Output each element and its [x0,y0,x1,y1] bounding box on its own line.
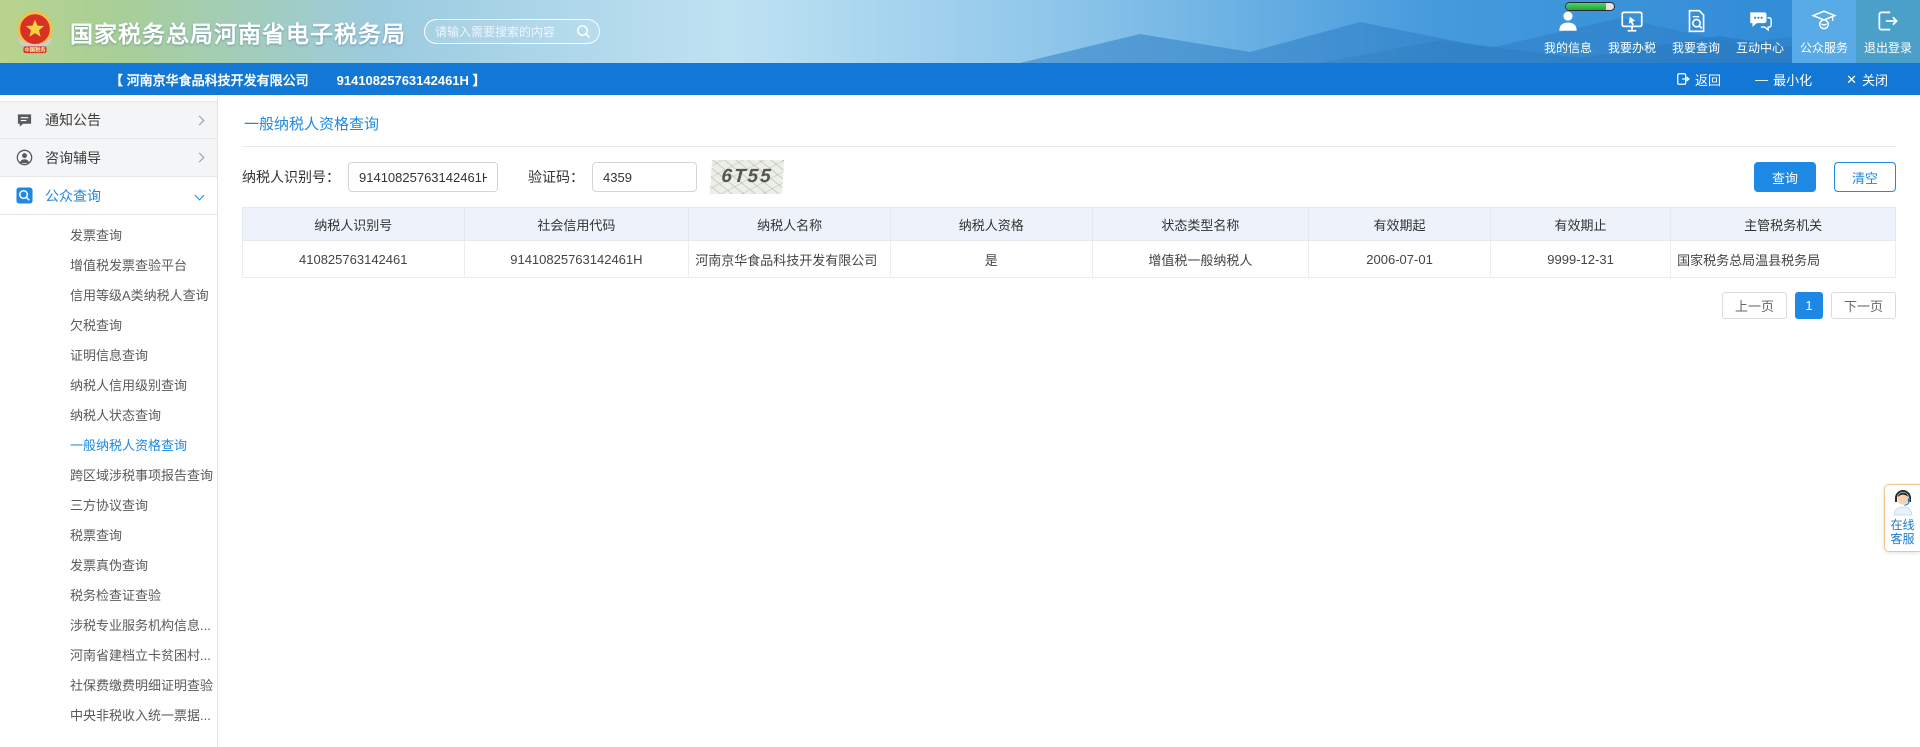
header-search-box[interactable] [424,19,600,44]
col-valid-to: 有效期止 [1489,207,1672,241]
company-name: 【 河南京华食品科技开发有限公司 [110,72,309,88]
taxpayer-id-input[interactable] [348,162,498,192]
sidebar-item-central-nontax[interactable]: 中央非税收入统一票据... [0,701,217,731]
captcha-label: 验证码： [528,169,584,185]
nav-query[interactable]: 我要查询 [1664,0,1728,63]
cell-qualification: 是 [889,240,1093,278]
pagination: 上一页 1 下一页 [242,292,1896,319]
sidebar-section-public-query[interactable]: 公众查询 [0,177,217,215]
chevron-down-icon [194,190,205,201]
sidebar-item-credit-a-taxpayer[interactable]: 信用等级A类纳税人查询 [0,281,217,311]
table-header-row: 纳税人识别号 社会信用代码 纳税人名称 纳税人资格 状态类型名称 有效期起 有效… [242,207,1896,241]
taxpayer-info-bar: 【 河南京华食品科技开发有限公司 91410825763142461H 】 返回… [0,63,1920,95]
site-title: 国家税务总局河南省电子税务局 [70,20,406,47]
col-qualification: 纳税人资格 [889,207,1093,241]
clear-button[interactable]: 清空 [1834,162,1896,192]
sidebar-item-tax-arrears[interactable]: 欠税查询 [0,311,217,341]
sidebar-item-taxpayer-status[interactable]: 纳税人状态查询 [0,401,217,431]
cell-valid-to: 9999-12-31 [1489,240,1672,278]
app-header: 中国税务 国家税务总局河南省电子税务局 我的信息 我要办税 [0,0,1920,63]
captcha-input[interactable] [592,162,697,192]
result-table: 纳税人识别号 社会信用代码 纳税人名称 纳税人资格 状态类型名称 有效期起 有效… [242,207,1896,278]
sidebar-item-tripartite-agreement[interactable]: 三方协议查询 [0,491,217,521]
page-title: 一般纳税人资格查询 [242,95,1896,147]
col-tax-authority: 主管税务机关 [1670,207,1896,241]
doc-search-icon [1688,9,1705,33]
sidebar-item-general-taxpayer[interactable]: 一般纳税人资格查询 [0,431,217,461]
col-status-type: 状态类型名称 [1091,207,1310,241]
sidebar-item-cross-region[interactable]: 跨区域涉税事项报告查询 [0,461,217,491]
sidebar-item-inspection-cert[interactable]: 税务检查证查验 [0,581,217,611]
graduate-icon [1811,10,1837,30]
customer-service-avatar [1893,490,1912,516]
sidebar-section-consulting[interactable]: 咨询辅导 [0,139,217,177]
col-taxpayer-id: 纳税人识别号 [242,207,465,241]
col-valid-from: 有效期起 [1308,207,1491,241]
cell-taxpayer-name: 河南京华食品科技开发有限公司 [688,240,891,278]
sidebar-item-poverty-village[interactable]: 河南省建档立卡贫困村... [0,641,217,671]
table-row: 410825763142461 91410825763142461H 河南京华食… [242,240,1896,278]
chat-icon [1750,12,1772,32]
page-1-button[interactable]: 1 [1794,292,1823,319]
nav-public-service[interactable]: 公众服务 [1792,0,1856,63]
sidebar-item-invoice-query[interactable]: 发票查询 [0,221,217,251]
cell-valid-from: 2006-07-01 [1308,240,1491,278]
sidebar-item-vat-invoice-check[interactable]: 增值税发票查验平台 [0,251,217,281]
captcha-image[interactable]: 6T55 [709,160,785,194]
sidebar-item-cert-info[interactable]: 证明信息查询 [0,341,217,371]
sidebar-item-credit-level[interactable]: 纳税人信用级别查询 [0,371,217,401]
tax-bureau-logo: 中国税务 [17,10,53,53]
taxpayer-credit-code: 91410825763142461H 】 [336,72,486,88]
sidebar-section-notices[interactable]: 通知公告 [0,101,217,139]
chevron-right-icon [194,152,205,163]
cell-taxpayer-id: 410825763142461 [242,240,465,278]
col-taxpayer-name: 纳税人名称 [688,207,891,241]
announcement-icon [17,113,32,127]
user-icon [1559,11,1577,31]
col-credit-code: 社会信用代码 [463,207,690,241]
close-button[interactable]: ✕ 关闭 [1846,70,1888,89]
close-icon: ✕ [1846,71,1857,87]
logout-icon [1878,11,1898,31]
minimize-button[interactable]: — 最小化 [1755,70,1812,89]
cell-tax-authority: 国家税务总局温县税务局 [1670,240,1896,278]
query-form: 纳税人识别号： 验证码： 6T55 查询 清空 [242,160,1896,194]
cell-status-type: 增值税一般纳税人 [1091,240,1310,278]
back-icon [1677,73,1690,85]
sidebar-item-tax-ticket[interactable]: 税票查询 [0,521,217,551]
taxpayer-id-label: 纳税人识别号： [242,169,340,185]
search-icon[interactable] [576,24,591,39]
query-button[interactable]: 查询 [1754,162,1816,192]
chevron-right-icon [194,115,205,125]
minimize-icon: — [1755,71,1769,87]
nav-logout[interactable]: 退出登录 [1856,0,1920,63]
cell-credit-code: 91410825763142461H [463,240,690,278]
online-service-widget[interactable]: 在线 客服 [1884,484,1920,552]
sidebar-item-tax-service-agency[interactable]: 涉税专业服务机构信息... [0,611,217,641]
next-page-button[interactable]: 下一页 [1830,292,1896,319]
public-query-submenu: 发票查询 增值税发票查验平台 信用等级A类纳税人查询 欠税查询 证明信息查询 纳… [0,215,217,731]
back-button[interactable]: 返回 [1676,70,1721,89]
sidebar-item-invoice-authenticity[interactable]: 发票真伪查询 [0,551,217,581]
public-query-icon [16,187,33,204]
loading-progress-bar [1565,2,1615,11]
prev-page-button[interactable]: 上一页 [1721,292,1787,319]
online-service-label: 在线 [1890,518,1915,532]
monitor-icon [1621,11,1643,32]
sidebar-item-social-insurance-cert[interactable]: 社保费缴费明细证明查验 [0,671,217,701]
svg-text:中国税务: 中国税务 [24,45,46,53]
main-content: 一般纳税人资格查询 纳税人识别号： 验证码： 6T55 查询 清空 纳税人识别号… [218,95,1920,747]
search-input[interactable] [435,24,576,39]
sidebar: 通知公告 咨询辅导 公众查询 发票查询 增值税发票查验平台 信用等级A类纳税人查… [0,95,218,747]
nav-interaction-center[interactable]: 互动中心 [1728,0,1792,63]
consult-icon [16,149,33,166]
